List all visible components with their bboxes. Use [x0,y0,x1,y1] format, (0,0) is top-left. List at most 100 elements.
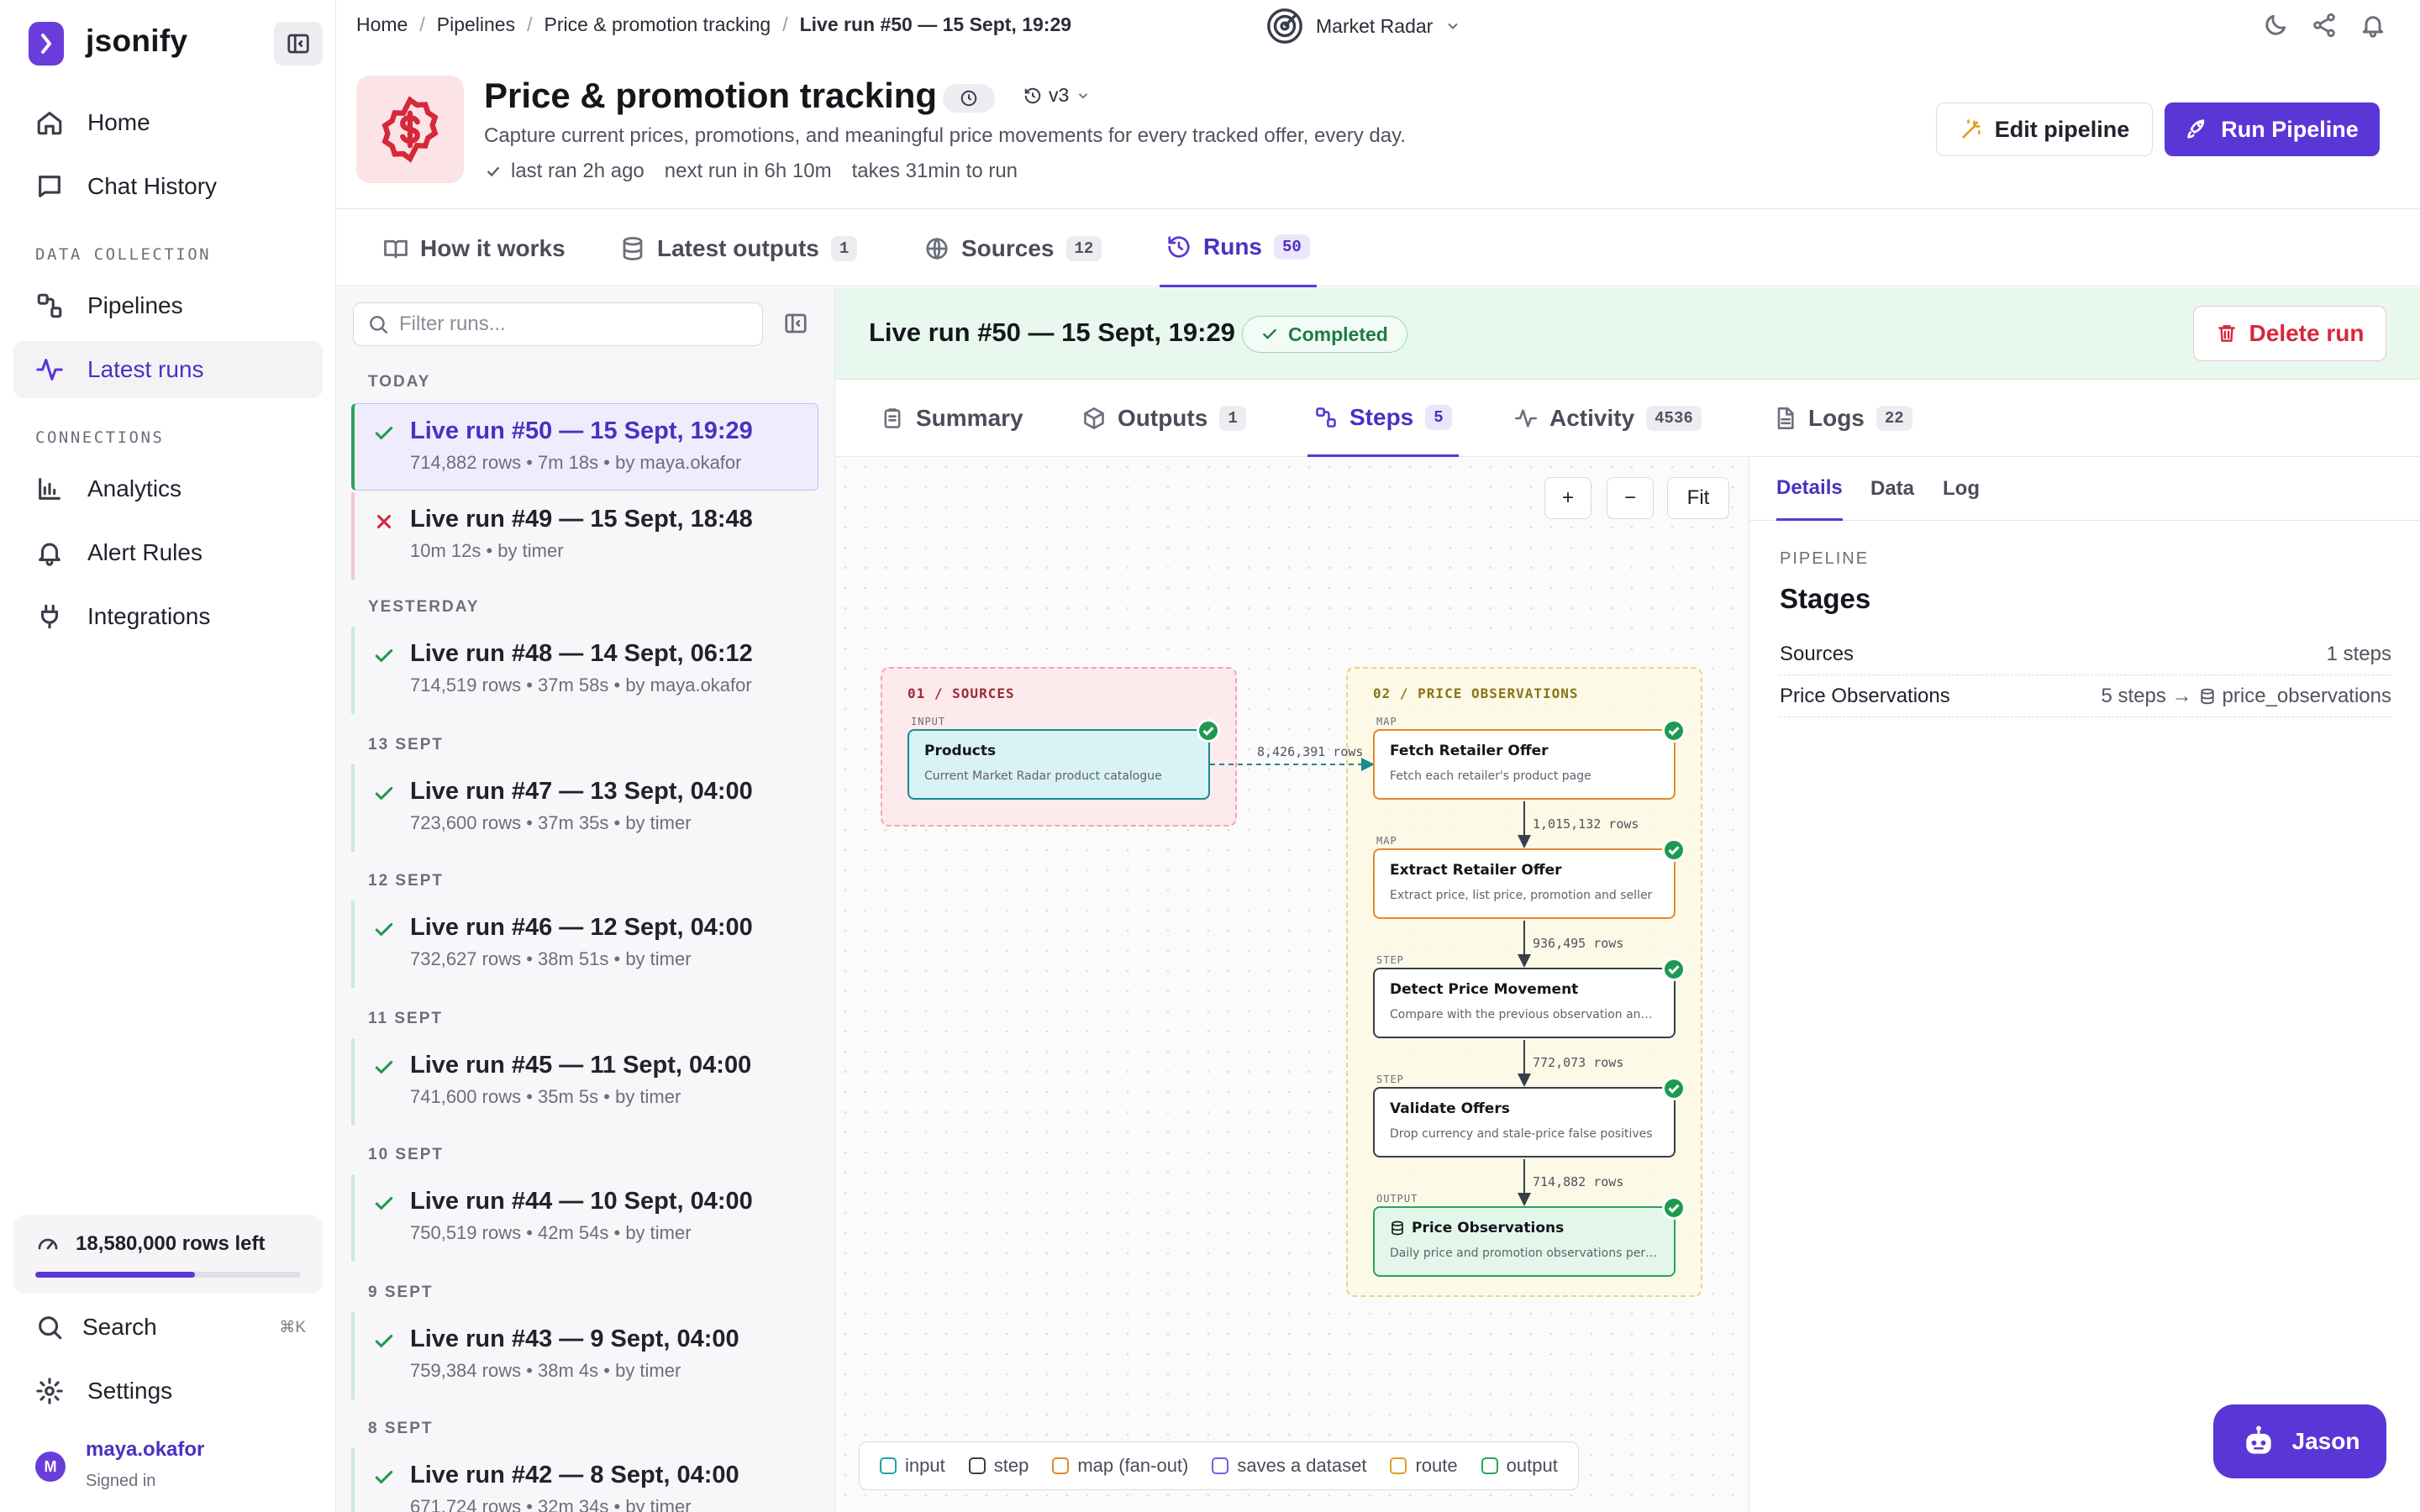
workspace-switcher[interactable]: Market Radar [1265,7,1461,45]
nav-alert-rules[interactable]: Alert Rules [13,524,323,581]
share-icon[interactable] [2311,12,2338,39]
day-header: 8 SEPT [368,1420,434,1437]
tab-outputs[interactable]: Outputs 1 [1082,380,1246,457]
stage-row[interactable]: Price Observations 5 steps → price_obser… [1780,675,2391,717]
user-status: Signed in [86,1472,156,1490]
tab-activity[interactable]: Activity 4536 [1514,380,1702,457]
avatar[interactable]: M [35,1452,66,1482]
nav-analytics[interactable]: Analytics [13,460,323,517]
last-ran-text: last ran 2h ago [511,160,644,182]
collapse-sidebar-button[interactable] [274,22,323,66]
edit-pipeline-button[interactable]: Edit pipeline [1936,102,2153,156]
steps-icon [1316,407,1336,428]
run-item[interactable]: Live run #50 — 15 Sept, 19:29 714,882 ro… [351,403,818,491]
edge-rows-label: 714,882 rows [1533,1174,1624,1189]
user-name[interactable]: maya.okafor [86,1438,204,1462]
breadcrumb-pipeline[interactable]: Price & promotion tracking [544,13,771,36]
legend-map: map (fan-out) [1052,1455,1188,1477]
panel-collapse-icon[interactable] [783,311,808,336]
success-check-icon [375,426,393,440]
stage-value: 5 steps → [2101,684,2192,707]
check-icon [487,166,500,177]
node-description: Compare with the previous observation an… [1390,1008,1659,1021]
node-description: Current Market Radar product catalogue [924,769,1162,783]
database-icon [2200,688,2214,704]
dollar-badge-icon [381,96,439,163]
runs-list-panel: Filter runs... TODAY Live run #50 — 15 S… [336,287,835,1512]
legend-label: output [1506,1455,1558,1476]
tab-how-it-works[interactable]: How it works [383,209,566,287]
tab-steps[interactable]: Steps 5 [1307,380,1459,457]
tab-details[interactable]: Details [1776,457,1843,521]
pipeline-tabs: How it works Latest outputs 1 Sources 12… [336,208,2420,287]
run-item[interactable]: Live run #42 — 8 Sept, 04:00 671,724 row… [351,1448,818,1512]
run-item[interactable]: Live run #45 — 11 Sept, 04:00 741,600 ro… [351,1038,818,1126]
run-title: Live run #46 — 12 Sept, 04:00 [410,914,753,941]
schedule-button[interactable] [943,84,995,113]
nav-analytics-label: Analytics [87,475,182,501]
nav-integrations-label: Integrations [87,603,211,629]
notifications-bell-icon[interactable] [2360,12,2386,39]
node-check-icon [1662,958,1686,981]
breadcrumb-home[interactable]: Home [356,13,408,36]
node-detect-price-movement[interactable]: Detect Price Movement Compare with the p… [1373,968,1676,1038]
sidebar: jsonify Home Chat History DATA COLLECTIO… [0,0,336,1512]
nav-latest-runs[interactable]: Latest runs [13,341,323,398]
version-selector[interactable]: v3 [1023,84,1091,107]
radar-icon [1267,8,1302,44]
pipeline-graph-canvas[interactable]: + − Fit 01 / SOURCES 02 / PRICE OBSERVAT… [835,457,1749,1512]
delete-run-button[interactable]: Delete run [2193,306,2386,361]
clock-icon [960,90,977,107]
node-title: Validate Offers [1390,1100,1510,1117]
stage-row[interactable]: Sources 1 steps [1780,633,2391,675]
run-item[interactable]: Live run #49 — 15 Sept, 18:48 10m 12s • … [351,492,818,580]
legend-swatch [1390,1457,1407,1474]
node-price-observations[interactable]: Price Observations Daily price and promo… [1373,1206,1676,1277]
day-header: 10 SEPT [368,1146,445,1163]
tab-latest-outputs[interactable]: Latest outputs 1 [620,209,858,287]
nav-chat-history[interactable]: Chat History [13,158,323,215]
run-pipeline-button[interactable]: Run Pipeline [2165,102,2380,156]
node-extract-retailer-offer[interactable]: Extract Retailer Offer Extract price, li… [1373,848,1676,919]
tab-sources[interactable]: Sources 12 [924,209,1102,287]
nav-integrations[interactable]: Integrations [13,588,323,645]
plug-icon [40,604,59,629]
day-header: 9 SEPT [368,1284,434,1301]
section-title: Stages [1780,583,1871,614]
tab-sources-count: 12 [1065,235,1102,261]
run-item[interactable]: Live run #48 — 14 Sept, 06:12 714,519 ro… [351,627,818,714]
node-validate-offers[interactable]: Validate Offers Drop currency and stale-… [1373,1087,1676,1158]
tab-log[interactable]: Log [1943,457,1980,521]
nav-settings[interactable]: Settings [13,1362,323,1420]
filter-runs-input[interactable]: Filter runs... [353,302,763,346]
run-item[interactable]: Live run #43 — 9 Sept, 04:00 759,384 row… [351,1312,818,1399]
rocket-icon [2187,119,2205,139]
breadcrumb-separator: / [419,13,425,35]
breadcrumb-pipelines[interactable]: Pipelines [437,13,515,36]
tab-logs[interactable]: Logs 22 [1773,380,1912,457]
node-kind: STEP [1376,1074,1404,1085]
search-icon [39,1316,62,1340]
tab-data[interactable]: Data [1870,457,1914,521]
run-item[interactable]: Live run #46 — 12 Sept, 04:00 732,627 ro… [351,900,818,988]
tab-runs[interactable]: Runs 50 [1160,209,1317,287]
run-title: Live run #43 — 9 Sept, 04:00 [410,1326,739,1352]
moon-icon[interactable] [2262,12,2289,39]
nav-pipelines[interactable]: Pipelines [13,277,323,334]
legend-output: output [1481,1455,1558,1477]
breadcrumb: Home / Pipelines / Price & promotion tra… [356,13,1071,36]
nav-home[interactable]: Home [13,94,323,151]
search-button[interactable]: Search ⌘K [13,1299,323,1356]
success-check-icon [375,648,393,663]
assistant-button[interactable]: Jason [2213,1404,2386,1478]
tab-latest-outputs-label: Latest outputs [657,234,819,261]
node-products[interactable]: Products Current Market Radar product ca… [908,729,1210,800]
nav-alert-rules-label: Alert Rules [87,539,203,565]
run-item[interactable]: Live run #44 — 10 Sept, 04:00 750,519 ro… [351,1174,818,1262]
node-fetch-retailer-offer[interactable]: Fetch Retailer Offer Fetch each retailer… [1373,729,1676,800]
run-item[interactable]: Live run #47 — 13 Sept, 04:00 723,600 ro… [351,764,818,852]
tab-summary[interactable]: Summary [881,380,1023,457]
legend-swatch [1052,1457,1070,1474]
node-title: Price Observations [1412,1220,1565,1236]
run-meta: 714,519 rows • 37m 58s • by maya.okafor [410,675,752,696]
